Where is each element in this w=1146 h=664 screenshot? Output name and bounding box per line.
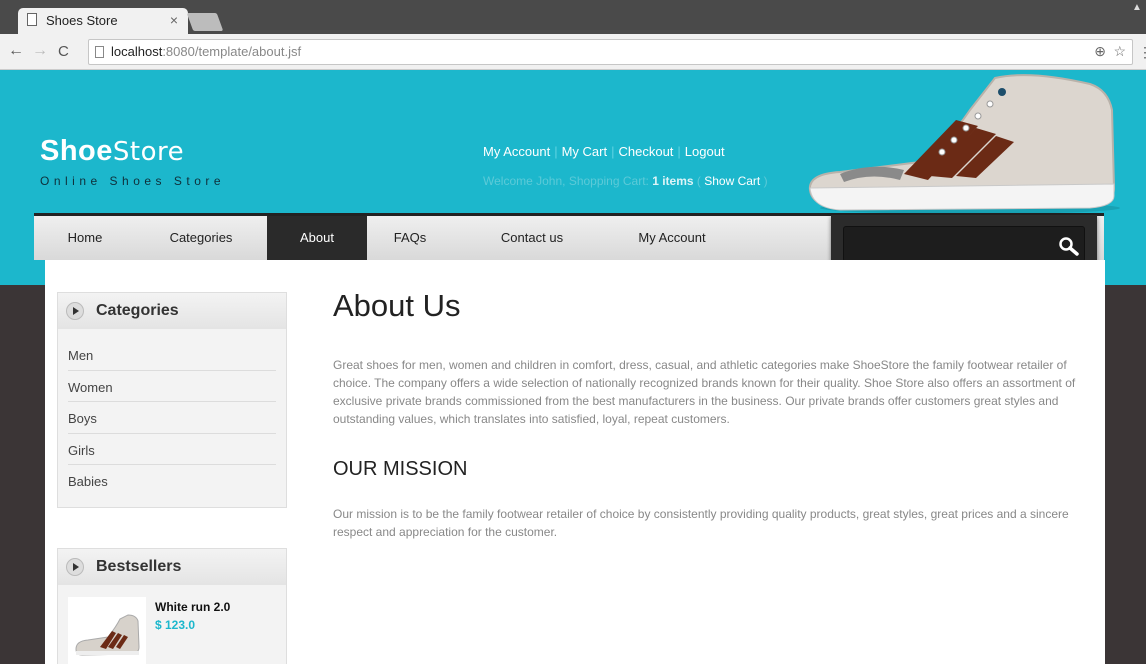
page-info-icon[interactable]: [95, 46, 104, 58]
site-logo[interactable]: ShoeStore: [40, 135, 184, 168]
product-thumbnail[interactable]: [68, 597, 146, 664]
logout-link[interactable]: Logout: [685, 144, 725, 159]
welcome-cart-status: Welcome John, Shopping Cart: 1 items ( S…: [483, 174, 768, 188]
logo-light-text: Store: [112, 137, 185, 167]
my-account-link[interactable]: My Account: [483, 144, 550, 159]
nav-my-account[interactable]: My Account: [612, 216, 732, 260]
browser-tabstrip: Shoes Store × ▲: [0, 0, 1146, 34]
category-men[interactable]: Men: [68, 339, 276, 371]
bookmark-star-icon[interactable]: ☆: [1113, 43, 1126, 60]
search-input[interactable]: [843, 226, 1085, 262]
category-boys[interactable]: Boys: [68, 402, 276, 434]
address-bar[interactable]: localhost:8080/template/about.jsf ⊕ ☆: [88, 39, 1133, 65]
category-babies[interactable]: Babies: [68, 465, 276, 497]
category-list: Men Women Boys Girls Babies: [58, 329, 286, 501]
bestseller-item[interactable]: White run 2.0 $ 123.0: [58, 585, 286, 664]
bestsellers-header: Bestsellers: [58, 549, 286, 585]
product-name[interactable]: White run 2.0: [155, 600, 230, 614]
site-tagline: Online Shoes Store: [40, 174, 226, 188]
nav-contact-us[interactable]: Contact us: [478, 216, 586, 260]
url-path: :8080/template/about.jsf: [162, 44, 302, 59]
page-title: About Us: [333, 288, 461, 323]
categories-title: Categories: [96, 302, 179, 319]
mission-heading: OUR MISSION: [333, 458, 468, 480]
reload-icon[interactable]: C: [58, 43, 69, 60]
url-host: localhost: [111, 44, 163, 59]
cart-item-count: 1 items: [652, 174, 694, 188]
nav-about[interactable]: About: [267, 216, 367, 260]
category-women[interactable]: Women: [68, 371, 276, 402]
welcome-text: Welcome John, Shopping Cart:: [483, 174, 653, 188]
page-content: Categories Men Women Boys Girls Babies B…: [45, 260, 1105, 664]
expand-arrow-icon[interactable]: [66, 558, 84, 576]
bestsellers-panel: Bestsellers White run 2.0 $ 123.0: [57, 548, 287, 664]
search-icon[interactable]: [1058, 236, 1080, 256]
product-price: $ 123.0: [155, 618, 196, 632]
back-icon[interactable]: ←: [8, 42, 24, 60]
categories-panel: Categories Men Women Boys Girls Babies: [57, 292, 287, 508]
forward-icon[interactable]: →: [32, 42, 48, 60]
browser-toolbar: ← → C localhost:8080/template/about.jsf …: [0, 34, 1146, 70]
window-control-icon[interactable]: ▲: [1132, 2, 1144, 18]
tab-title: Shoes Store: [46, 13, 118, 28]
paren-close: ): [760, 174, 768, 188]
new-tab-button[interactable]: [186, 13, 224, 31]
mission-paragraph: Our mission is to be the family footwear…: [333, 507, 1069, 539]
expand-arrow-icon[interactable]: [66, 302, 84, 320]
close-tab-icon[interactable]: ×: [170, 12, 178, 28]
categories-header: Categories: [58, 293, 286, 329]
nav-faqs[interactable]: FAQs: [374, 216, 446, 260]
browser-tab[interactable]: Shoes Store ×: [18, 8, 188, 34]
browser-menu-icon[interactable]: ⋮: [1138, 44, 1146, 61]
nav-home[interactable]: Home: [34, 216, 136, 260]
category-girls[interactable]: Girls: [68, 434, 276, 465]
bestsellers-title: Bestsellers: [96, 558, 182, 575]
paren-open: (: [693, 174, 705, 188]
logo-bold-text: Shoe: [40, 135, 113, 167]
shoe-hero-image: [808, 74, 1120, 214]
my-cart-link[interactable]: My Cart: [562, 144, 608, 159]
checkout-link[interactable]: Checkout: [618, 144, 673, 159]
show-cart-link[interactable]: Show Cart: [704, 174, 760, 188]
account-links: My Account | My Cart | Checkout | Logout: [483, 144, 725, 159]
nav-categories[interactable]: Categories: [150, 216, 252, 260]
about-paragraph: Great shoes for men, women and children …: [333, 358, 1076, 426]
page-icon: [27, 13, 37, 26]
zoom-icon[interactable]: ⊕: [1094, 43, 1106, 60]
